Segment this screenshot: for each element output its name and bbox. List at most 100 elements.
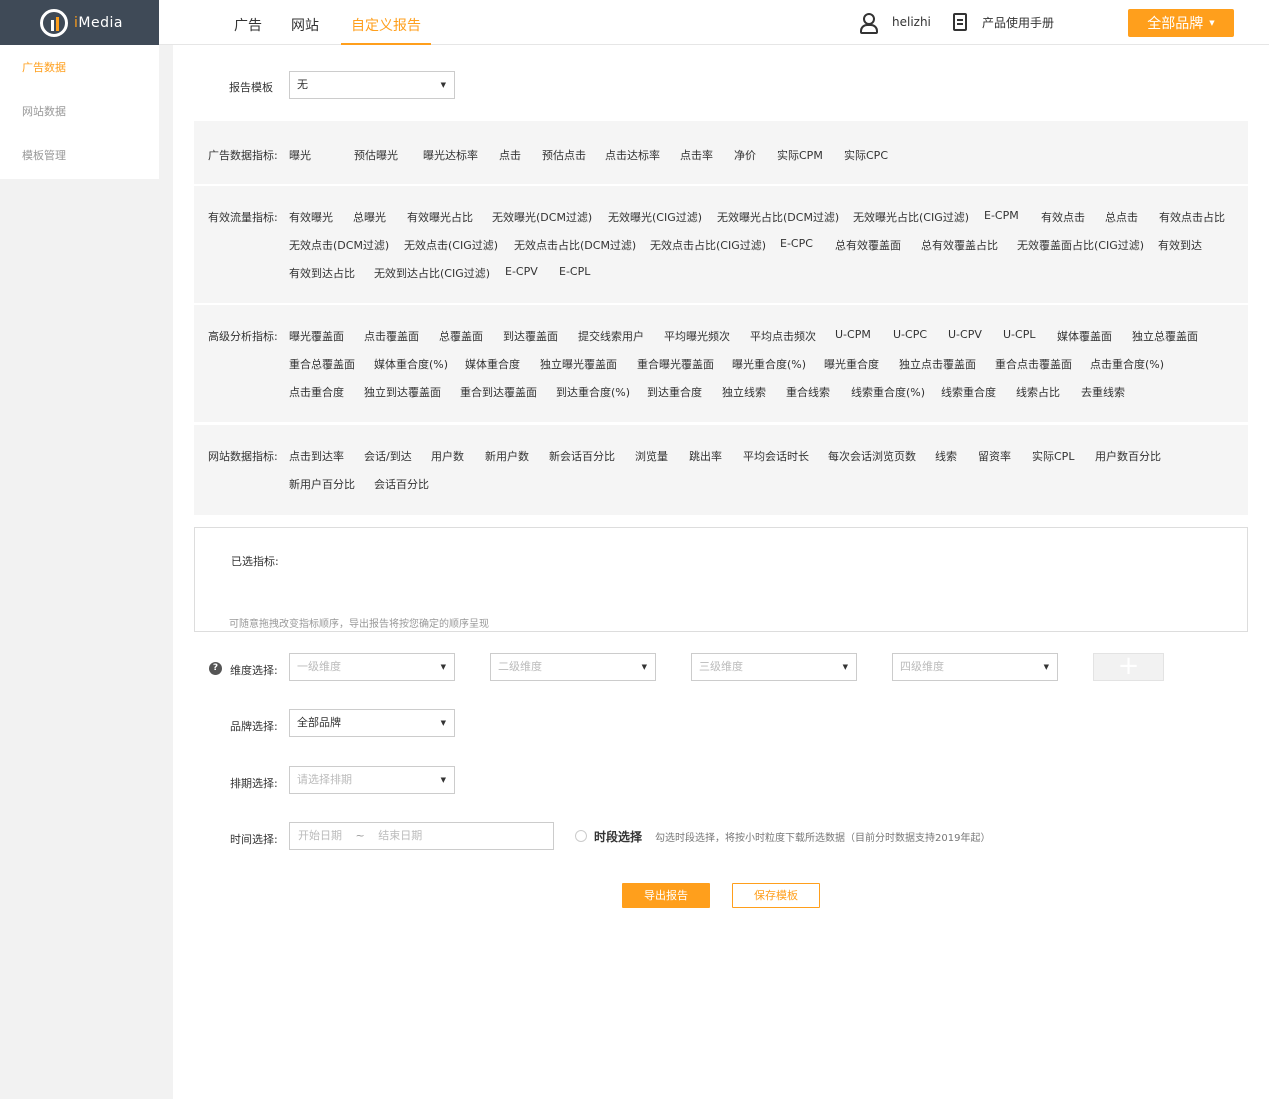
metric-item[interactable]: 重合总覆盖面 xyxy=(289,356,355,372)
metric-item[interactable]: 实际CPL xyxy=(1032,448,1074,464)
metric-item[interactable]: 无效曝光(DCM过滤) xyxy=(492,209,592,225)
metric-item[interactable]: 独立总覆盖面 xyxy=(1132,328,1198,344)
metric-item[interactable]: 有效点击 xyxy=(1041,209,1085,225)
tab-ads[interactable]: 广告 xyxy=(234,0,262,45)
export-report-button[interactable]: 导出报告 xyxy=(622,883,710,908)
dimension-3-select[interactable]: 三级维度 ▼ xyxy=(691,653,857,681)
metric-item[interactable]: 到达覆盖面 xyxy=(503,328,558,344)
metric-item[interactable]: 到达重合度(%) xyxy=(556,384,630,400)
metric-item[interactable]: 有效曝光占比 xyxy=(407,209,473,225)
metric-item[interactable]: 线索重合度(%) xyxy=(851,384,925,400)
metric-item[interactable]: 有效曝光 xyxy=(289,209,333,225)
metric-item[interactable]: 点击率 xyxy=(680,147,713,163)
metric-item[interactable]: 实际CPC xyxy=(844,147,888,163)
metric-item[interactable]: 无效点击(DCM过滤) xyxy=(289,237,389,253)
metric-item[interactable]: U-CPM xyxy=(835,328,871,341)
metric-item[interactable]: 有效到达 xyxy=(1158,237,1202,253)
metric-item[interactable]: 媒体覆盖面 xyxy=(1057,328,1112,344)
metric-item[interactable]: 独立曝光覆盖面 xyxy=(540,356,617,372)
metric-item[interactable]: 线索 xyxy=(935,448,957,464)
schedule-select[interactable]: 请选择排期 ▼ xyxy=(289,766,455,794)
metric-item[interactable]: 总有效覆盖面 xyxy=(835,237,901,253)
metric-item[interactable]: 平均会话时长 xyxy=(743,448,809,464)
metric-item[interactable]: 无效覆盖面占比(CIG过滤) xyxy=(1017,237,1144,253)
metric-item[interactable]: 点击覆盖面 xyxy=(364,328,419,344)
metric-item[interactable]: 总曝光 xyxy=(353,209,386,225)
metric-item[interactable]: 净价 xyxy=(734,147,756,163)
metric-item[interactable]: 点击达标率 xyxy=(605,147,660,163)
metric-item[interactable]: 点击 xyxy=(499,147,521,163)
metric-item[interactable]: 新用户数 xyxy=(485,448,529,464)
sidebar-item-ad-data[interactable]: 广告数据 xyxy=(0,45,159,89)
metric-item[interactable]: U-CPV xyxy=(948,328,982,341)
metric-item[interactable]: 曝光重合度 xyxy=(824,356,879,372)
metric-item[interactable]: 每次会话浏览页数 xyxy=(828,448,916,464)
brand-select[interactable]: 全部品牌 ▼ xyxy=(289,709,455,737)
metric-item[interactable]: 无效点击占比(DCM过滤) xyxy=(514,237,636,253)
user-menu[interactable]: helizhi xyxy=(860,13,931,34)
sidebar-item-template-manage[interactable]: 模板管理 xyxy=(0,133,159,177)
save-template-button[interactable]: 保存模板 xyxy=(732,883,820,908)
metric-item[interactable]: 实际CPM xyxy=(777,147,823,163)
metric-item[interactable]: 有效点击占比 xyxy=(1159,209,1225,225)
metric-item[interactable]: E-CPC xyxy=(780,237,813,250)
metric-item[interactable]: 总覆盖面 xyxy=(439,328,483,344)
tab-custom-report[interactable]: 自定义报告 xyxy=(341,0,431,45)
manual-link[interactable]: 产品使用手册 xyxy=(953,13,1054,31)
dimension-2-select[interactable]: 二级维度 ▼ xyxy=(490,653,656,681)
metric-item[interactable]: 留资率 xyxy=(978,448,1011,464)
metric-item[interactable]: 有效到达占比 xyxy=(289,265,355,281)
metric-item[interactable]: 无效曝光占比(DCM过滤) xyxy=(717,209,839,225)
metric-item[interactable]: 点击到达率 xyxy=(289,448,344,464)
metric-item[interactable]: 去重线索 xyxy=(1081,384,1125,400)
selected-metrics-box[interactable]: 已选指标: 可随意拖拽改变指标顺序，导出报告将按您确定的顺序呈现 xyxy=(194,527,1248,632)
metric-item[interactable]: 点击重合度(%) xyxy=(1090,356,1164,372)
metric-item[interactable]: 曝光 xyxy=(289,147,311,163)
metric-item[interactable]: 重合到达覆盖面 xyxy=(460,384,537,400)
metric-item[interactable]: 无效曝光(CIG过滤) xyxy=(608,209,702,225)
metric-item[interactable]: E-CPM xyxy=(984,209,1019,222)
period-radio[interactable] xyxy=(575,830,587,842)
metric-item[interactable]: 平均点击频次 xyxy=(750,328,816,344)
metric-item[interactable]: 曝光重合度(%) xyxy=(732,356,806,372)
metric-item[interactable]: 媒体重合度 xyxy=(465,356,520,372)
date-range-picker[interactable]: 开始日期 ~ 结束日期 xyxy=(289,822,554,850)
metric-item[interactable]: 会话/到达 xyxy=(364,448,412,464)
metric-item[interactable]: 重合点击覆盖面 xyxy=(995,356,1072,372)
metric-item[interactable]: 总点击 xyxy=(1105,209,1138,225)
metric-item[interactable]: U-CPC xyxy=(893,328,927,341)
sidebar-item-site-data[interactable]: 网站数据 xyxy=(0,89,159,133)
brand-dropdown-button[interactable]: 全部品牌 ▼ xyxy=(1128,9,1234,37)
metric-item[interactable]: 媒体重合度(%) xyxy=(374,356,448,372)
report-template-select[interactable]: 无 ▼ xyxy=(289,71,455,99)
metric-item[interactable]: 无效曝光占比(CIG过滤) xyxy=(853,209,969,225)
metric-item[interactable]: 线索重合度 xyxy=(941,384,996,400)
metric-item[interactable]: U-CPL xyxy=(1003,328,1035,341)
metric-item[interactable]: 到达重合度 xyxy=(647,384,702,400)
metric-item[interactable]: 重合线索 xyxy=(786,384,830,400)
metric-item[interactable]: 曝光覆盖面 xyxy=(289,328,344,344)
tab-website[interactable]: 网站 xyxy=(291,0,319,45)
metric-item[interactable]: 独立点击覆盖面 xyxy=(899,356,976,372)
metric-item[interactable]: 提交线索用户 xyxy=(578,328,644,344)
metric-item[interactable]: E-CPL xyxy=(559,265,590,278)
metric-item[interactable]: 跳出率 xyxy=(689,448,722,464)
app-logo[interactable]: iMedia xyxy=(0,0,159,45)
metric-item[interactable]: 点击重合度 xyxy=(289,384,344,400)
dimension-4-select[interactable]: 四级维度 ▼ xyxy=(892,653,1058,681)
metric-item[interactable]: 会话百分比 xyxy=(374,476,429,492)
metric-item[interactable]: 独立线索 xyxy=(722,384,766,400)
period-radio-label[interactable]: 时段选择 xyxy=(594,828,642,845)
metric-item[interactable]: E-CPV xyxy=(505,265,538,278)
metric-item[interactable]: 独立到达覆盖面 xyxy=(364,384,441,400)
metric-item[interactable]: 线索占比 xyxy=(1016,384,1060,400)
metric-item[interactable]: 无效点击占比(CIG过滤) xyxy=(650,237,766,253)
metric-item[interactable]: 曝光达标率 xyxy=(423,147,478,163)
metric-item[interactable]: 浏览量 xyxy=(635,448,668,464)
help-icon[interactable]: ? xyxy=(209,662,222,675)
metric-item[interactable]: 平均曝光频次 xyxy=(664,328,730,344)
dimension-1-select[interactable]: 一级维度 ▼ xyxy=(289,653,455,681)
metric-item[interactable]: 总有效覆盖占比 xyxy=(921,237,998,253)
metric-item[interactable]: 新会话百分比 xyxy=(549,448,615,464)
metric-item[interactable]: 无效到达占比(CIG过滤) xyxy=(374,265,490,281)
